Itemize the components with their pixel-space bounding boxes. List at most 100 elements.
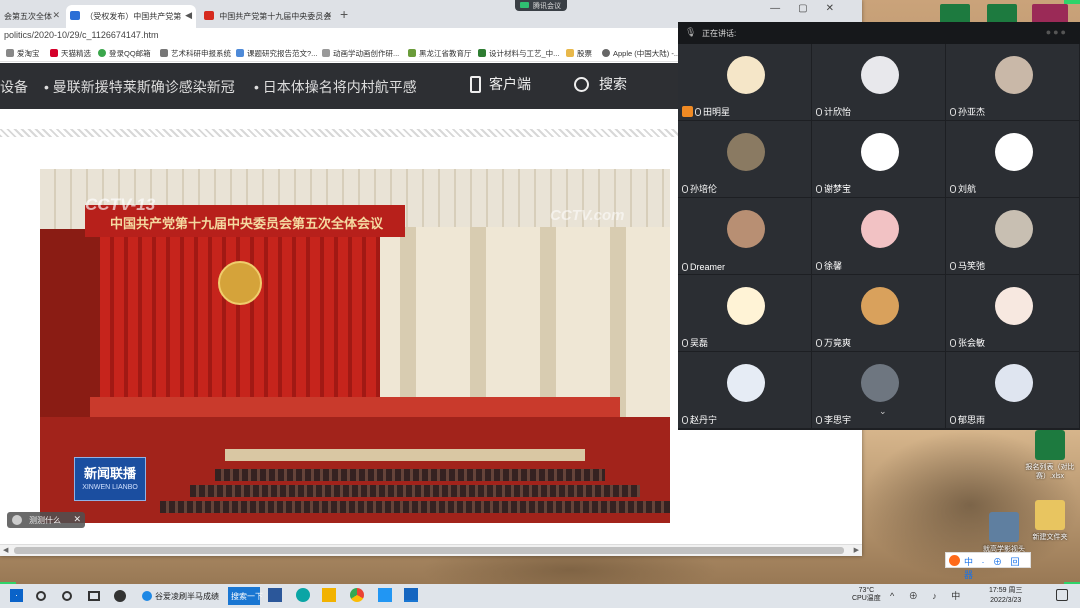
browser-tab[interactable]: 会第五次全体 ✕	[0, 5, 64, 28]
bookmark-item[interactable]: 设计材料与工艺_中...	[478, 48, 559, 59]
participant-name: 刘航	[950, 182, 976, 195]
desktop-folder[interactable]: 新建文件夹	[1020, 500, 1080, 542]
floating-widget[interactable]: 测测什么 ✕	[7, 512, 85, 528]
participant-tile[interactable]: 李思宇	[812, 352, 946, 429]
program-name-en: XINWEN LIANBO	[82, 484, 138, 491]
xinhua-favicon-icon	[70, 11, 80, 20]
search-icon[interactable]	[36, 591, 46, 601]
microphone-icon	[950, 262, 956, 270]
ime-toolbar[interactable]: 中 · ⊕ 回 器	[945, 552, 1031, 580]
bookmark-label: 艺术科研申报系统	[171, 49, 231, 58]
cctv13-logo: CCTV-13	[85, 195, 156, 214]
avatar	[727, 287, 765, 325]
bookmark-label: 爱淘宝	[17, 49, 40, 58]
participant-name: 万竟爽	[816, 336, 851, 349]
bookmark-item[interactable]: 爱淘宝	[6, 48, 40, 59]
browser-tab-active[interactable]: （受权发布）中国共产党第 ◀	[66, 5, 196, 28]
host-badge-icon	[682, 106, 693, 117]
bookmark-item[interactable]: 黑龙江省教育厅	[408, 48, 472, 59]
microphone-icon	[682, 339, 688, 347]
microphone-icon	[950, 339, 956, 347]
bookmark-item[interactable]: 登录QQ邮箱	[98, 48, 151, 59]
participant-tile[interactable]: 马笑弛	[946, 198, 1080, 275]
participant-tile[interactable]: 刘航	[946, 121, 1080, 198]
bookmark-label: 课题研究报告范文?...	[247, 49, 318, 58]
nav-link[interactable]: • 日本体操名将内村航平感	[254, 77, 417, 97]
notification-icon[interactable]	[1056, 589, 1068, 601]
participant-tile[interactable]: 田明星	[678, 44, 812, 121]
scrollbar-thumb[interactable]	[14, 547, 844, 554]
participant-tile[interactable]: 赵丹宁	[678, 352, 812, 429]
word-icon[interactable]	[268, 588, 282, 602]
participant-tile[interactable]: Dreamer	[678, 198, 812, 275]
window-controls[interactable]: —▢✕	[770, 3, 852, 14]
participant-name-text: 郁思雨	[958, 415, 986, 425]
taskbar-browser-item[interactable]: 谷爱凌刷半马成绩	[138, 587, 226, 605]
participant-tile[interactable]: 孙培伦	[678, 121, 812, 198]
url-text[interactable]: politics/2020-10/29/c_1126674147.htm	[4, 30, 158, 40]
apple-icon	[602, 49, 610, 57]
participant-tile[interactable]: 孙亚杰	[946, 44, 1080, 121]
participant-name: 孙亚杰	[950, 105, 985, 118]
nav-link[interactable]: 设备	[0, 77, 28, 97]
participant-tile[interactable]: 谢梦宝	[812, 121, 946, 198]
bookmark-item[interactable]: 艺术科研申报系统	[160, 48, 231, 59]
participant-tile[interactable]: 吴磊	[678, 275, 812, 352]
app-icon[interactable]	[114, 590, 126, 602]
folder-icon	[566, 49, 574, 57]
microphone-icon	[950, 185, 956, 193]
meeting-icon	[520, 2, 529, 8]
microphone-icon	[816, 108, 822, 116]
participant-tile[interactable]: 徐馨	[812, 198, 946, 275]
system-tray[interactable]: ^ ⊕ ♪ 中	[890, 589, 966, 602]
participant-name-text: 田明星	[703, 107, 731, 117]
participant-name-text: 吴磊	[690, 338, 709, 348]
scroll-right-icon[interactable]: ▶	[854, 546, 859, 554]
participant-tile[interactable]: 张会敏	[946, 275, 1080, 352]
chevron-down-icon[interactable]: ⌄	[879, 406, 887, 417]
participant-tile[interactable]: 万竟爽	[812, 275, 946, 352]
more-icon[interactable]: ●●●	[1046, 27, 1068, 37]
file-explorer-icon[interactable]	[322, 588, 336, 602]
search-button[interactable]: 搜索	[574, 74, 627, 94]
new-tab-button[interactable]: +	[340, 6, 348, 22]
horizontal-scrollbar[interactable]: ◀ ▶	[0, 544, 862, 556]
meeting-status-pill[interactable]: 腾讯会议	[515, 0, 567, 11]
meeting-app-icon[interactable]	[404, 588, 418, 602]
microphone-icon	[816, 416, 822, 424]
speaking-bar: 🎙 正在讲话: ●●●	[678, 22, 1080, 44]
scroll-left-icon[interactable]: ◀	[3, 546, 8, 554]
close-icon[interactable]: ✕	[324, 10, 332, 21]
client-download-link[interactable]: 客户端	[470, 74, 531, 94]
windows-start-icon[interactable]	[10, 589, 23, 602]
participant-name: 赵丹宁	[682, 413, 717, 426]
avatar	[727, 210, 765, 248]
bookmark-item[interactable]: 课题研究报告范文?...	[236, 48, 317, 59]
bookmark-item[interactable]: 天猫精选	[50, 48, 91, 59]
qq-mail-icon	[98, 49, 106, 57]
task-view-icon[interactable]	[88, 591, 100, 601]
taskbar-search-button[interactable]: 搜索一下	[228, 587, 263, 605]
meeting-banner-text: 中国共产党第十九届中央委员会第五次全体会议	[110, 216, 384, 231]
bookmark-item[interactable]: Apple (中国大陆) -...	[602, 48, 680, 59]
app-icon[interactable]	[296, 588, 310, 602]
participant-name: 谢梦宝	[816, 182, 851, 195]
chrome-icon[interactable]	[350, 588, 364, 602]
close-icon[interactable]: ✕	[73, 514, 81, 525]
bookmark-item[interactable]: 股票	[566, 48, 592, 59]
close-icon[interactable]: ✕	[52, 10, 60, 21]
clock[interactable]: 17:59 周三 2022/3/23	[989, 586, 1022, 606]
app-icon[interactable]	[378, 588, 392, 602]
participant-tile[interactable]: 郁思雨	[946, 352, 1080, 429]
bookmark-item[interactable]: 动画学动画创作研...	[322, 48, 399, 59]
desktop-file[interactable]: 报名列表（对比赛）.xlsx	[1020, 430, 1080, 481]
news-video-player[interactable]: 中国共产党第十九届中央委员会第五次全体会议 CCTV-13 CCTV.com 新…	[40, 169, 670, 523]
cortana-icon[interactable]	[62, 591, 72, 601]
browser-tab[interactable]: 中国共产党第十九届中央委员会 ✕	[200, 5, 336, 28]
participant-tile[interactable]: 计欣怡	[812, 44, 946, 121]
cpu-temperature[interactable]: 73°C CPU温度	[852, 587, 881, 603]
mute-icon[interactable]: ◀	[185, 10, 192, 21]
globe-icon	[322, 49, 330, 57]
program-name: 新闻联播	[83, 466, 136, 481]
nav-link[interactable]: • 曼联新援特莱斯确诊感染新冠	[44, 77, 235, 97]
